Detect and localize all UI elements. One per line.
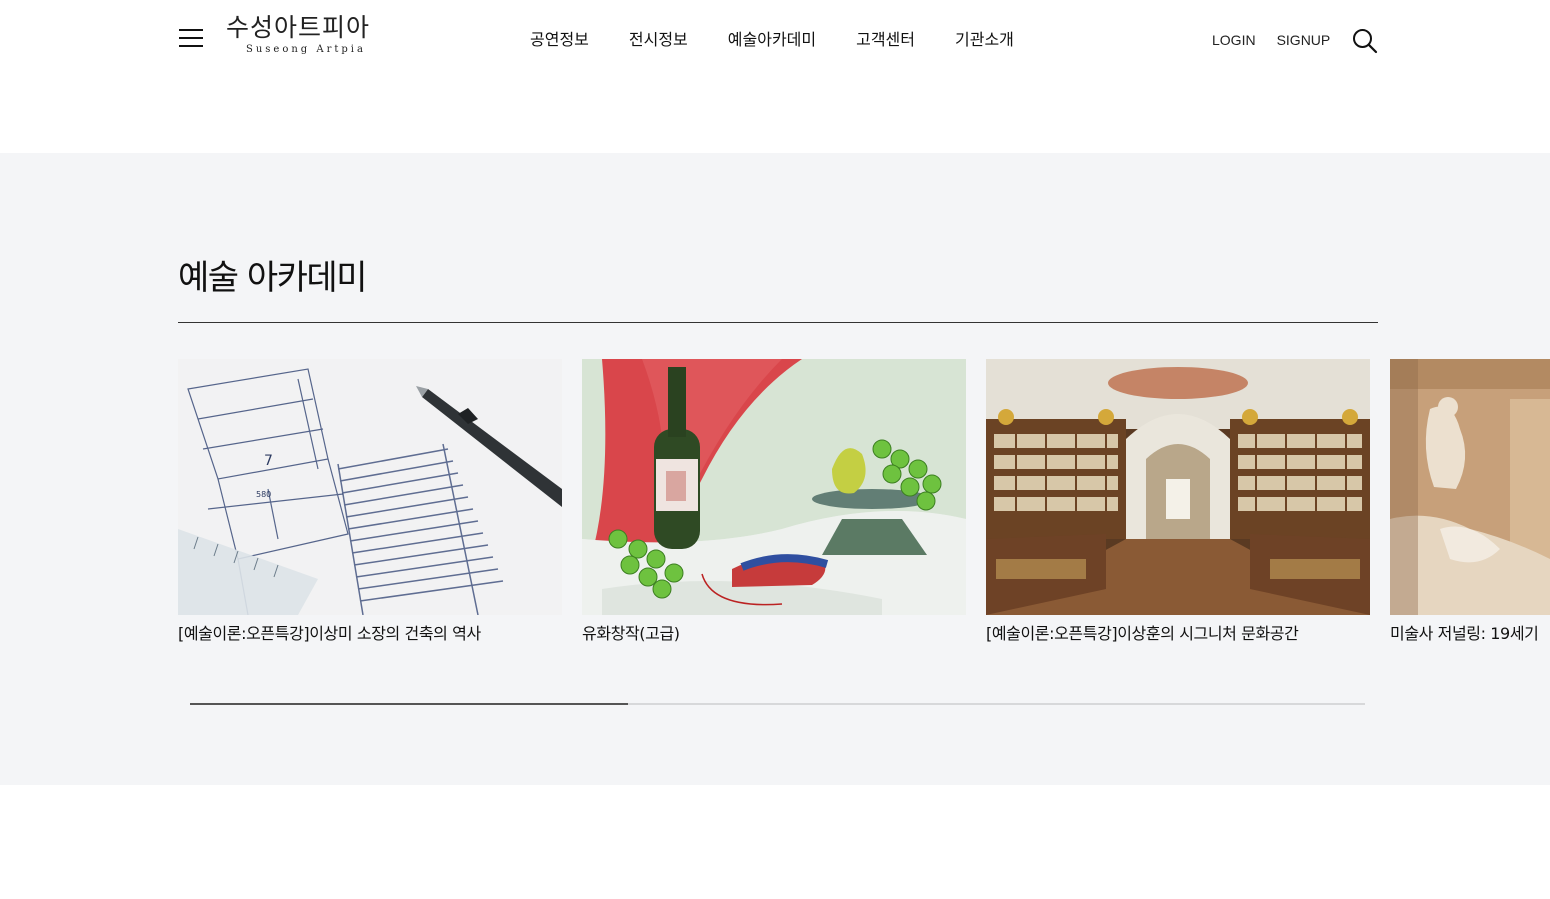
card-title[interactable]: 유화창작(고급) <box>582 623 966 645</box>
util-menu: LOGIN SIGNUP <box>1212 29 1330 51</box>
logo-english: Suseong Artpia <box>246 44 366 55</box>
nav-item-performance[interactable]: 공연정보 <box>530 29 589 51</box>
search-icon[interactable] <box>1352 28 1378 54</box>
card-title[interactable]: [예술이론:오픈특강]이상미 소장의 건축의 역사 <box>178 623 562 645</box>
logo-korean: 수성아트피아 <box>226 13 371 42</box>
menu-icon[interactable] <box>179 27 205 49</box>
card-image-sculpture[interactable] <box>1390 359 1550 615</box>
card-image-blueprint[interactable]: 7 580 <box>178 359 562 615</box>
academy-section: 예술 아카데미 7 580 [예술이론:오픈특강]이상미 소장의 건축의 역사 … <box>0 153 1550 785</box>
nav-item-exhibition[interactable]: 전시정보 <box>629 29 688 51</box>
site-logo[interactable]: 수성아트피아 Suseong Artpia <box>226 12 386 62</box>
academy-card[interactable]: [예술이론:오픈특강]이상훈의 시그니처 문화공간 <box>986 359 1370 659</box>
nav-item-academy[interactable]: 예술아카데미 <box>728 29 816 51</box>
academy-card[interactable]: 7 580 [예술이론:오픈특강]이상미 소장의 건축의 역사 <box>178 359 562 659</box>
nav-item-about[interactable]: 기관소개 <box>955 29 1014 51</box>
menu-bar <box>179 29 203 31</box>
carousel-scrollbar[interactable] <box>190 703 1365 705</box>
menu-bar <box>179 45 203 47</box>
svg-text:7: 7 <box>264 453 273 469</box>
card-title[interactable]: [예술이론:오픈특강]이상훈의 시그니처 문화공간 <box>986 623 1370 645</box>
svg-text:580: 580 <box>256 490 271 499</box>
section-title: 예술 아카데미 <box>178 258 368 298</box>
scrollbar-thumb[interactable] <box>190 703 629 705</box>
academy-card[interactable]: 유화창작(고급) <box>582 359 966 659</box>
card-image-library[interactable] <box>986 359 1370 615</box>
card-image-still-life[interactable] <box>582 359 966 615</box>
main-nav: 공연정보 전시정보 예술아카데미 고객센터 기관소개 <box>530 29 1014 51</box>
menu-bar <box>179 37 203 39</box>
site-header: 수성아트피아 Suseong Artpia 공연정보 전시정보 예술아카데미 고… <box>0 0 1550 80</box>
signup-link[interactable]: SIGNUP <box>1277 32 1331 48</box>
title-divider <box>178 322 1378 323</box>
academy-card[interactable]: 미술사 저널링: 19세기 <box>1390 359 1550 659</box>
academy-carousel: 7 580 [예술이론:오픈특강]이상미 소장의 건축의 역사 유화창작(고급)… <box>178 359 1550 659</box>
nav-item-customer-center[interactable]: 고객센터 <box>856 29 915 51</box>
login-link[interactable]: LOGIN <box>1212 32 1256 48</box>
card-title[interactable]: 미술사 저널링: 19세기 <box>1390 623 1550 645</box>
